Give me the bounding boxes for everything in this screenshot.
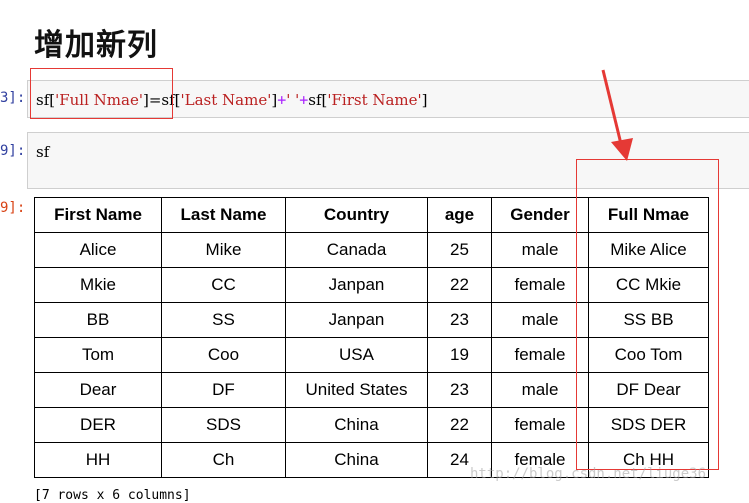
table-cell: China [285,407,428,443]
column-header: age [427,197,492,233]
table-cell: United States [285,372,428,408]
code-string: ' ' [286,91,300,109]
table-cell: male [491,372,589,408]
table-cell: male [491,302,589,338]
table-cell: DF [161,372,286,408]
table-cell: Canada [285,232,428,268]
annotation-box-code [30,68,173,119]
table-cell: BB [34,302,162,338]
table-cell: 23 [427,372,492,408]
column-header: Last Name [161,197,286,233]
code-operator: + [299,91,309,109]
column-header: First Name [34,197,162,233]
watermark: http://blog.csdn.net/liuge36 [470,466,707,482]
column-header: Gender [491,197,589,233]
table-cell: Mkie [34,267,162,303]
annotation-box-column [576,159,719,470]
code-token: sf[ [308,91,328,109]
table-cell: HH [34,442,162,478]
table-cell: 19 [427,337,492,373]
input-prompt-2: 9]: [0,143,26,159]
table-cell: SDS [161,407,286,443]
table-cell: USA [285,337,428,373]
annotation-arrow-icon [601,69,633,161]
input-prompt-1: 3]: [0,90,26,106]
table-cell: 22 [427,267,492,303]
table-cell: 23 [427,302,492,338]
table-cell: China [285,442,428,478]
code-string: 'First Name' [327,91,422,109]
table-cell: Janpan [285,267,428,303]
table-cell: SS [161,302,286,338]
code-string: 'Last Name' [180,91,272,109]
table-cell: Dear [34,372,162,408]
code-token: ] [421,91,428,109]
table-cell: Alice [34,232,162,268]
code-operator: + [277,91,287,109]
table-cell: male [491,232,589,268]
table-cell: Tom [34,337,162,373]
output-prompt: 9]: [0,200,26,216]
code-token: sf [36,143,50,161]
table-cell: Janpan [285,302,428,338]
section-heading: 增加新列 [34,28,158,63]
table-cell: DER [34,407,162,443]
table-cell: Coo [161,337,286,373]
table-cell: Mike [161,232,286,268]
table-cell: 25 [427,232,492,268]
column-header: Country [285,197,428,233]
table-cell: CC [161,267,286,303]
table-cell: female [491,267,589,303]
table-cell: female [491,337,589,373]
table-cell: Ch [161,442,286,478]
table-cell: 22 [427,407,492,443]
table-cell: female [491,407,589,443]
